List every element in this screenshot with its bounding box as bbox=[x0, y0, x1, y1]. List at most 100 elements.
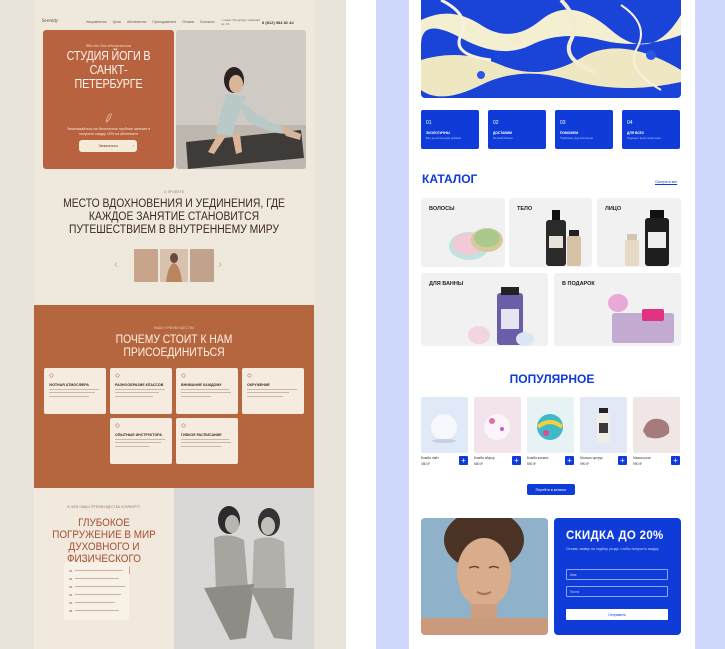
advantage-text-lines bbox=[181, 439, 233, 451]
advantage-text-lines bbox=[115, 389, 167, 401]
nav-item[interactable]: Преподаватели bbox=[152, 20, 176, 24]
dive-section: В ЧЕМ НАШИ ПРЕИМУЩЕСТВА КОМФОРТ? ГЛУБОКО… bbox=[34, 488, 314, 649]
add-to-cart-button[interactable]: + bbox=[671, 456, 680, 465]
feature-card: 02 ДОСТАВИМ По всей России bbox=[488, 110, 546, 149]
advantage-card: ВНИМАНИЕ КАЖДОМУ bbox=[176, 368, 238, 414]
gallery-photo bbox=[160, 249, 188, 282]
product-price: 990 ₽ bbox=[580, 462, 589, 466]
why-section: НАШИ ПРЕИМУЩЕСТВА ПОЧЕМУ СТОИТ К НАМ ПРИ… bbox=[34, 305, 314, 488]
promo-text: Оставь заявку на подбор ухода, чтобы пол… bbox=[566, 547, 659, 551]
category-card-gift[interactable]: В ПОДАРОК bbox=[554, 273, 681, 346]
gallery-prev-button[interactable]: ‹ bbox=[114, 257, 118, 271]
woman-portrait-illustration bbox=[421, 518, 548, 635]
product-name: Маска роза bbox=[633, 456, 651, 460]
bath-bomb-illustration bbox=[484, 414, 510, 440]
gallery-next-button[interactable]: › bbox=[218, 257, 222, 271]
dive-list: 01 02 03 04 05 06 bbox=[64, 562, 129, 620]
product-price: 450 ₽ bbox=[421, 462, 430, 466]
advantage-text-lines bbox=[115, 439, 167, 451]
advantage-title: ОКРУЖЕНИЕ bbox=[247, 383, 270, 387]
product-image[interactable] bbox=[527, 397, 574, 453]
feature-card: 03 ПОМОЖЕМ Подберем уход бесплатно bbox=[555, 110, 613, 149]
gallery-photo bbox=[190, 249, 214, 282]
category-card-hair[interactable]: ВОЛОСЫ bbox=[421, 198, 505, 267]
advantage-card: УЮТНАЯ АТМОСФЕРА bbox=[44, 368, 106, 414]
product-image[interactable] bbox=[633, 397, 680, 453]
advantage-title: ОПЫТНЫЕ ИНСТРУКТОРА bbox=[115, 433, 162, 437]
add-to-cart-button[interactable]: + bbox=[459, 456, 468, 465]
bottle-illustration bbox=[597, 408, 610, 443]
add-to-cart-button[interactable]: + bbox=[512, 456, 521, 465]
advantage-title: УЮТНАЯ АТМОСФЕРА bbox=[49, 383, 89, 387]
hero-title: СТУДИЯ ЙОГИ В САНКТ-ПЕТЕРБУРГЕ bbox=[66, 49, 151, 91]
cosmetics-page-mockup: 01 ЭКОЛОГИЧНЫ Без, не используем добавки 0… bbox=[409, 0, 695, 649]
feature-sub: Подходит всем типам кожи bbox=[627, 137, 661, 140]
two-women-bw-illustration bbox=[174, 488, 314, 649]
advantage-title: РАЗНООБРАЗИЕ КЛАССОВ bbox=[115, 383, 164, 387]
hero-text: Записывайтесь на бесплатное пробное заня… bbox=[66, 127, 151, 136]
feature-card: 04 ДЛЯ ВСЕХ Подходит всем типам кожи bbox=[622, 110, 680, 149]
hero-subtitle: Место для вдохновения bbox=[85, 43, 131, 48]
feature-card: 01 ЭКОЛОГИЧНЫ Без, не используем добавки bbox=[421, 110, 479, 149]
advantage-card: ГИБКОЕ РАСПИСАНИЕ bbox=[176, 418, 238, 464]
submit-button[interactable]: Отправить bbox=[566, 609, 668, 620]
nav-item[interactable]: Цены bbox=[113, 20, 121, 24]
product-name: Бомба эйфор bbox=[474, 456, 495, 460]
add-to-cart-button[interactable]: + bbox=[618, 456, 627, 465]
yoga-page-mockup: Serenity Направления Цены Абонементы Пре… bbox=[34, 0, 314, 649]
name-field[interactable]: Имя bbox=[566, 569, 668, 580]
promo-photo bbox=[421, 518, 548, 635]
catalog-view-all-link[interactable]: Смотреть все bbox=[655, 180, 677, 184]
yoga-hero-card: Место для вдохновения СТУДИЯ ЙОГИ В САНК… bbox=[43, 30, 174, 169]
nav-item[interactable]: Абонементы bbox=[127, 20, 146, 24]
product-name: Бомба лайт bbox=[421, 456, 439, 460]
advantage-card: РАЗНООБРАЗИЕ КЛАССОВ bbox=[110, 368, 172, 414]
clay-mask-illustration bbox=[643, 418, 670, 439]
list-number: 06 bbox=[69, 608, 73, 613]
advantage-text-lines bbox=[181, 389, 233, 401]
about-gallery: ‹ › bbox=[114, 249, 226, 282]
star-icon bbox=[49, 373, 54, 378]
list-number: 03 bbox=[69, 584, 73, 589]
hero-photo bbox=[176, 30, 306, 169]
category-card-bath[interactable]: ДЛЯ ВАННЫ bbox=[421, 273, 548, 346]
nav-item[interactable]: Контакты bbox=[200, 20, 214, 24]
yoga-address: г. Санкт-Петербург, Невский пр. 15 bbox=[221, 18, 260, 26]
about-title: МЕСТО ВДОХНОВЕНИЯ И УЕДИНЕНИЯ, ГДЕ КАЖДО… bbox=[63, 198, 285, 236]
category-card-face[interactable]: ЛИЦО bbox=[597, 198, 681, 267]
yoga-phone[interactable]: 8 (812) 984 82 44 bbox=[262, 20, 294, 25]
yoga-logo[interactable]: Serenity bbox=[42, 19, 58, 24]
promo-title: СКИДКА ДО 20% bbox=[566, 530, 664, 542]
bath-bomb-illustration bbox=[431, 414, 457, 443]
feature-number: 04 bbox=[627, 120, 633, 126]
signup-button-label: Записаться bbox=[98, 144, 118, 148]
yoga-nav: Serenity Направления Цены Абонементы Пре… bbox=[34, 18, 314, 28]
advantage-title: ВНИМАНИЕ КАЖДОМУ bbox=[181, 383, 222, 387]
feature-title: ЭКОЛОГИЧНЫ bbox=[426, 131, 450, 135]
add-to-cart-button[interactable]: + bbox=[565, 456, 574, 465]
signup-button[interactable]: Записаться › bbox=[79, 140, 137, 152]
popular-title: ПОПУЛЯРНОЕ bbox=[509, 372, 595, 386]
email-field[interactable]: Почта bbox=[566, 586, 668, 597]
product-image[interactable] bbox=[474, 397, 521, 453]
feature-sub: Подберем уход бесплатно bbox=[560, 137, 593, 140]
category-card-body[interactable]: ТЕЛО bbox=[509, 198, 592, 267]
list-number: 02 bbox=[69, 576, 73, 581]
star-icon bbox=[181, 373, 186, 378]
feature-number: 02 bbox=[493, 120, 499, 126]
feature-number: 01 bbox=[426, 120, 432, 126]
star-icon bbox=[181, 423, 186, 428]
product-image[interactable] bbox=[580, 397, 627, 453]
go-to-catalog-button[interactable]: Перейти в каталог bbox=[527, 484, 575, 495]
star-icon bbox=[247, 373, 252, 378]
nav-item[interactable]: Отзывы bbox=[182, 20, 194, 24]
product-name: Молоко цитрус bbox=[580, 456, 603, 460]
nav-item[interactable]: Направления bbox=[86, 20, 107, 24]
star-icon bbox=[115, 423, 120, 428]
star-icon bbox=[115, 373, 120, 378]
catalog-title: КАТАЛОГ bbox=[422, 172, 478, 186]
gallery-photo bbox=[134, 249, 158, 282]
product-image[interactable] bbox=[421, 397, 468, 453]
feature-sub: По всей России bbox=[493, 137, 513, 140]
feature-title: ДЛЯ ВСЕХ bbox=[627, 131, 644, 135]
